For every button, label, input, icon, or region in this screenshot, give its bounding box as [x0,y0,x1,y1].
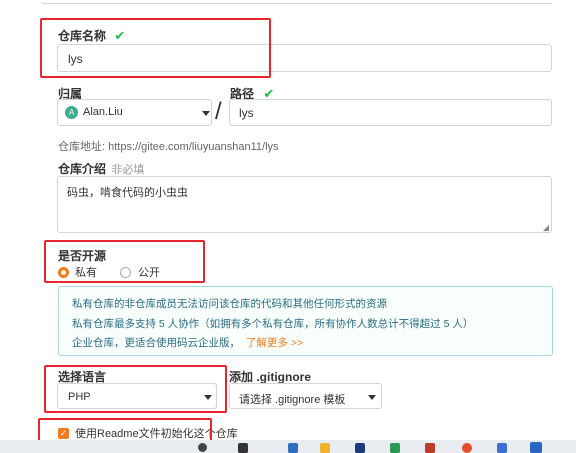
taskbar-app-icon[interactable] [497,443,507,453]
info-line-2: 私有仓库最多支持 5 人协作（如拥有多个私有仓库，所有协作人数总计不得超过 5 … [72,318,474,330]
learn-more-link[interactable]: 了解更多 >> [246,337,303,349]
info-line-1: 私有仓库的非仓库成员无法访问该仓库的代码和其他任何形式的资源 [72,298,387,310]
taskbar-app-icon[interactable] [462,443,472,453]
resize-handle-icon[interactable]: ◢ [543,223,549,232]
taskbar-app-icon[interactable] [530,442,542,453]
owner-select[interactable]: A Alan.Liu [57,99,212,126]
taskbar [0,440,576,453]
taskbar-app-icon[interactable] [320,443,330,453]
highlight-visibility [44,240,205,283]
path-separator: / [215,98,222,125]
taskbar-app-icon[interactable] [288,443,298,453]
info-line-3: 企业仓库，更适合使用码云企业版， 了解更多 >> [72,337,304,349]
highlight-repo-name [40,18,271,78]
gitignore-select[interactable]: 请选择 .gitignore 模板 [229,383,382,409]
taskbar-app-icon[interactable] [390,443,400,453]
avatar: A [65,106,78,119]
highlight-readme [38,418,212,442]
intro-label: 仓库介绍 非必填 [58,162,145,176]
taskbar-app-icon[interactable] [425,443,435,453]
repo-url-text: 仓库地址: https://gitee.com/liuyuanshan11/ly… [58,141,279,153]
taskbar-app-icon[interactable] [355,443,365,453]
taskbar-app-icon[interactable] [198,443,207,452]
top-divider [42,0,552,4]
chevron-down-icon [368,395,376,400]
info-box: 私有仓库的非仓库成员无法访问该仓库的代码和其他任何形式的资源 私有仓库最多支持 … [58,286,553,356]
chevron-down-icon [202,111,210,116]
path-input[interactable]: lys [229,99,552,126]
taskbar-app-icon[interactable] [238,443,248,453]
highlight-language [44,365,227,413]
intro-textarea[interactable]: 码虫，啃食代码的小虫虫 ◢ [57,176,552,233]
